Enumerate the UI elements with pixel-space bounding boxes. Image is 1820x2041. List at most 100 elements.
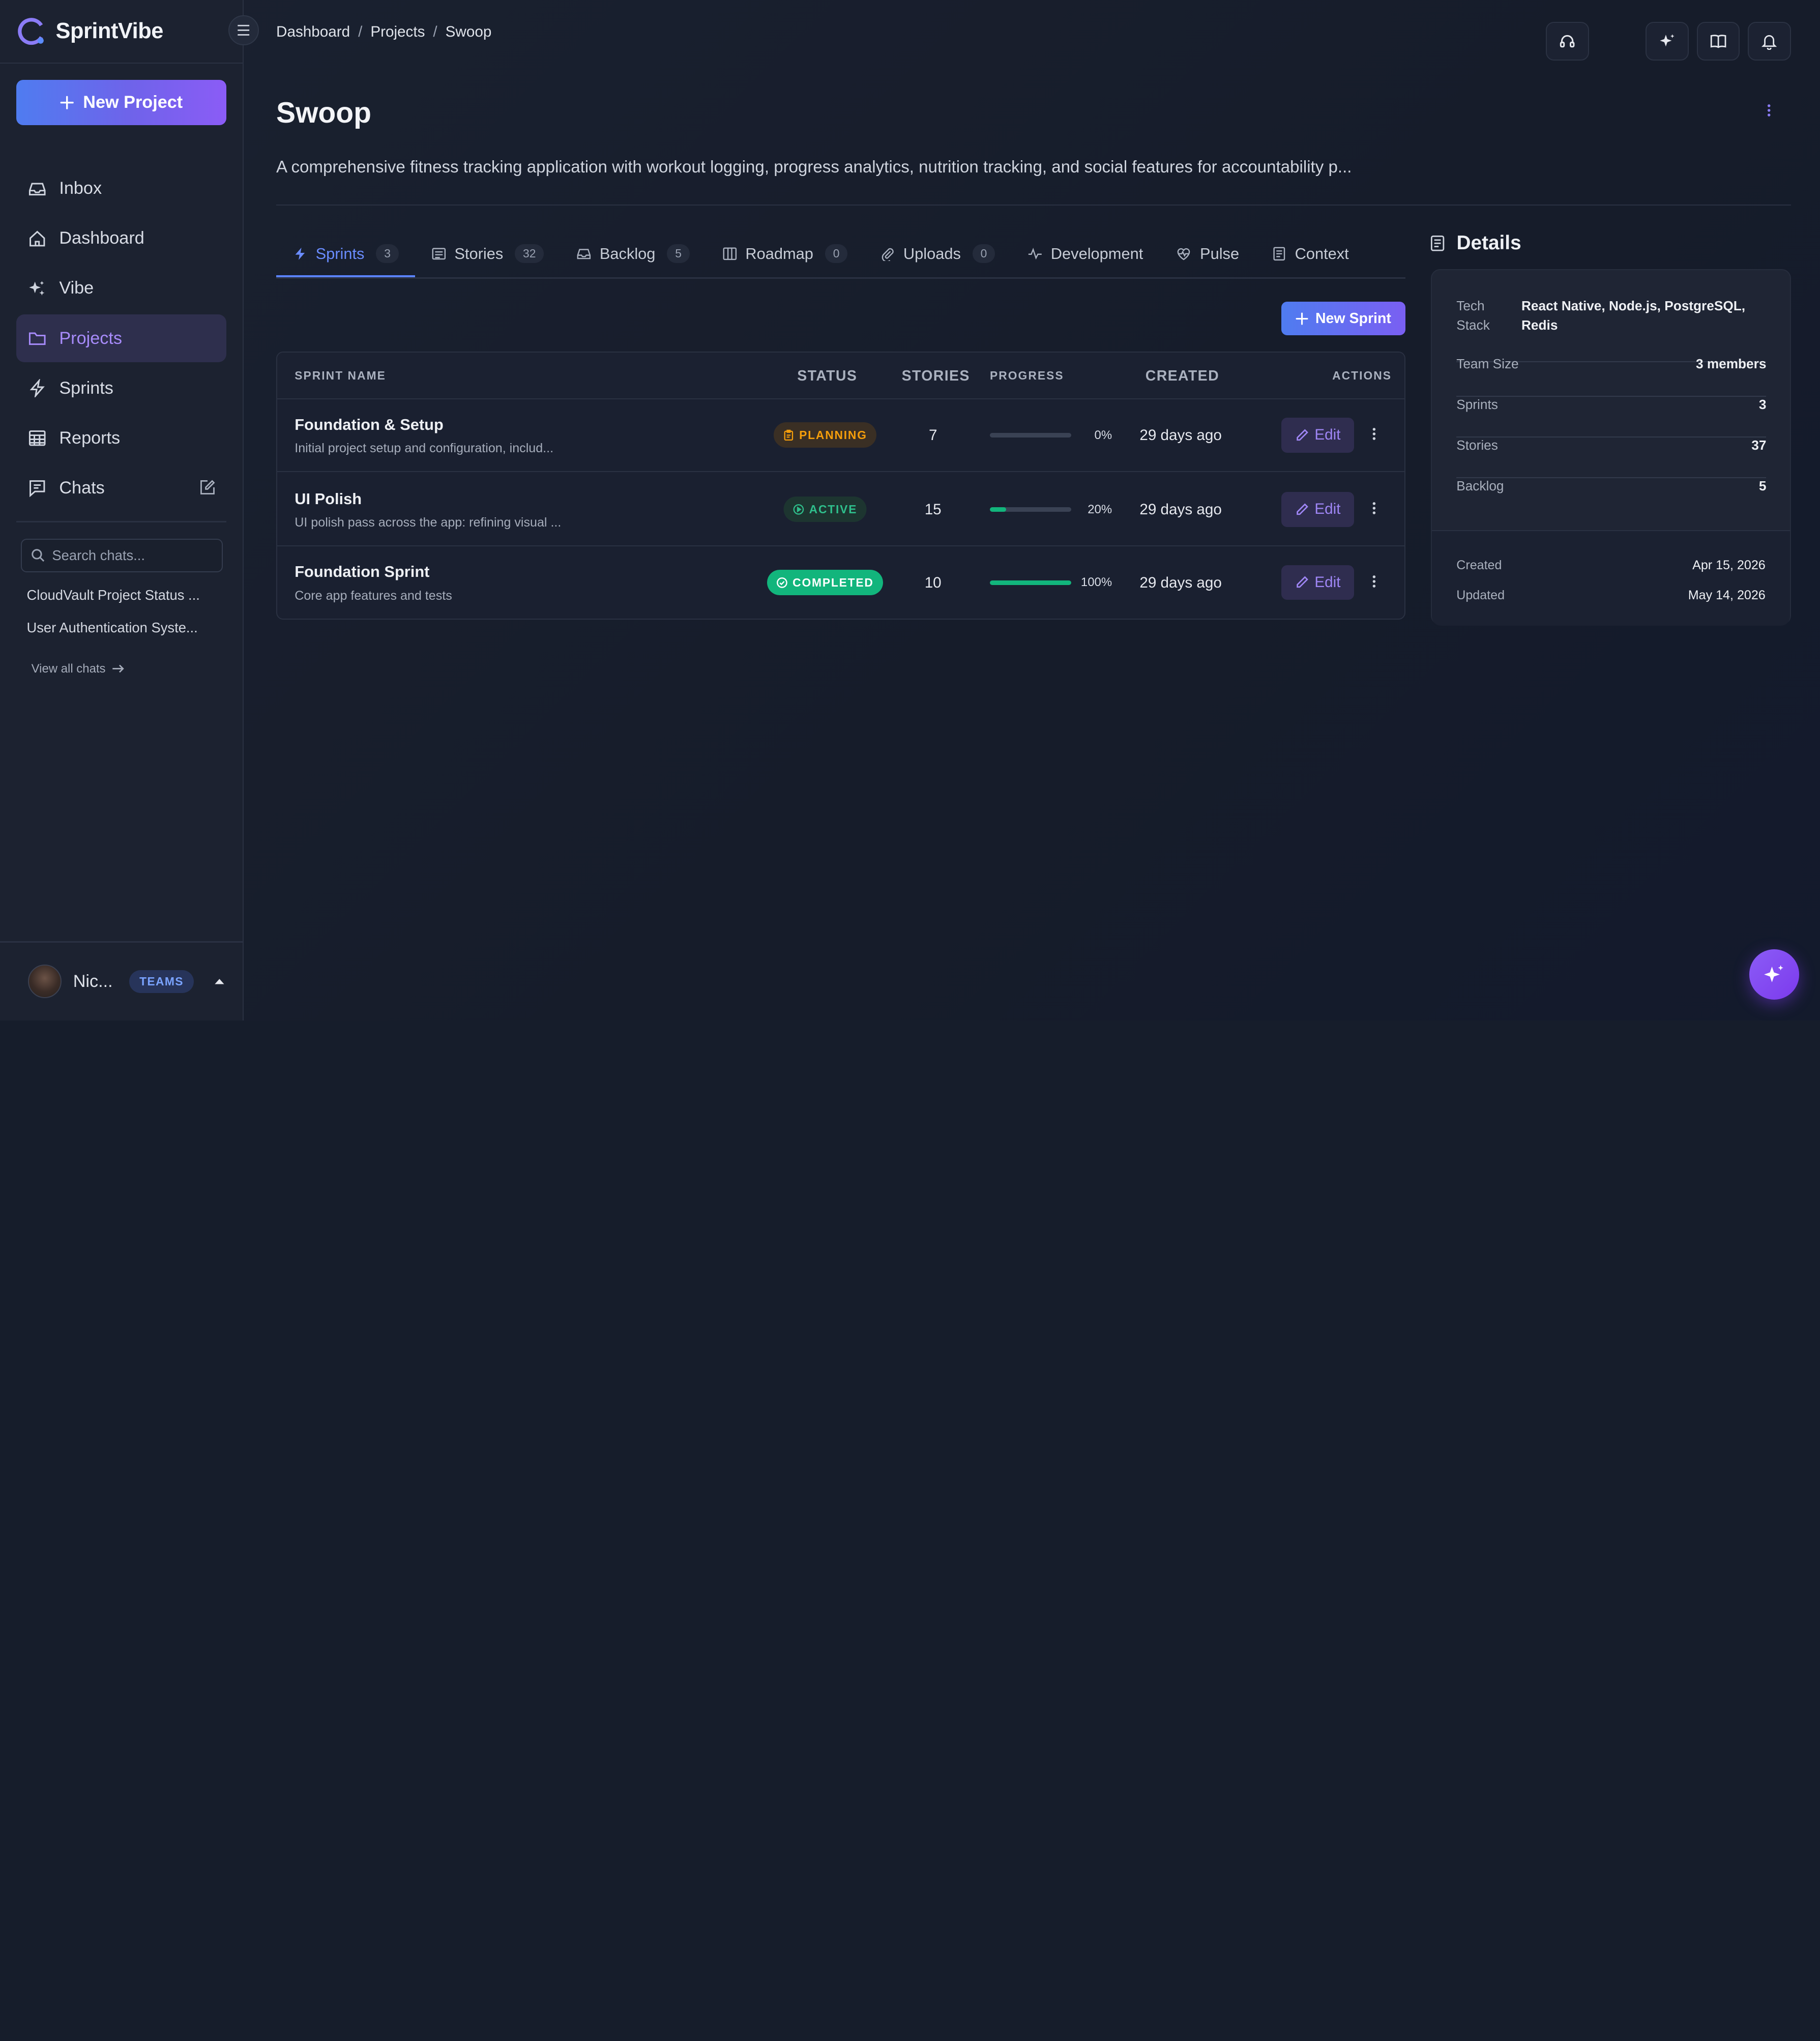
table-row[interactable]: UI Polish UI polish pass across the app:… [277,474,1405,547]
sidebar-item-chats[interactable]: Chats [16,464,226,512]
details-row-tech-stack: Tech Stack React Native, Node.js, Postgr… [1456,296,1767,362]
sprint-name[interactable]: UI Polish [295,490,362,508]
column-header-progress[interactable]: PROGRESS [990,369,1064,383]
row-more-icon[interactable] [1368,573,1380,590]
avatar [27,965,62,999]
sidebar-item-label: Chats [59,478,105,498]
list-icon [432,248,446,259]
tab-count: 5 [667,244,690,263]
docs-button[interactable] [1696,22,1740,61]
headset-icon [1560,35,1575,48]
column-header-created[interactable]: CREATED [1146,368,1219,385]
new-chat-icon[interactable] [199,479,216,495]
breadcrumb-dashboard[interactable]: Dashboard [276,23,350,41]
view-all-chats-link[interactable]: View all chats [32,662,126,676]
sidebar-item-projects[interactable]: Projects [16,314,226,362]
stories-count-text: 15 [924,501,942,518]
new-sprint-button[interactable]: New Sprint [1281,302,1406,336]
sprint-name[interactable]: Foundation & Setup [295,416,444,434]
edit-button[interactable]: Edit [1281,565,1355,600]
tab-pulse[interactable]: Pulse [1159,230,1255,278]
tab-uploads[interactable]: Uploads 0 [864,230,1011,278]
sidebar-item-label: Reports [59,428,121,448]
column-header-stories[interactable]: STORIES [902,368,970,385]
clipboard-icon [784,429,794,441]
details-title: Details [1456,232,1521,254]
new-project-button[interactable]: New Project [16,80,226,126]
search-chats-input[interactable] [52,547,215,564]
details-label: Tech Stack [1456,298,1490,333]
details-dates: Created Apr 15, 2026 Updated May 14, 202… [1432,530,1790,626]
chat-item[interactable]: CloudVault Project Status ... [26,582,199,615]
bell-icon [1762,35,1777,50]
lightning-icon [30,378,45,398]
details-row: Team Size 3 members [1456,356,1767,397]
collapse-sidebar-button[interactable] [228,15,259,45]
chat-item[interactable]: User Authentication Syste... [26,615,199,648]
sprint-description: UI polish pass across the app: refining … [295,515,562,530]
check-circle-icon [777,577,788,588]
sprint-description: Core app features and tests [295,588,452,603]
project-description: A comprehensive fitness tracking applica… [276,158,1352,177]
user-menu[interactable]: Nic... TEAMS [27,965,225,999]
tab-sprints[interactable]: Sprints 3 [276,230,415,278]
tab-backlog[interactable]: Backlog 5 [560,230,706,278]
column-header-name[interactable]: SPRINT NAME [295,369,386,383]
tab-roadmap[interactable]: Roadmap 0 [706,230,864,278]
ai-assist-button[interactable] [1646,22,1689,61]
menu-icon [238,24,250,36]
tab-development[interactable]: Development [1011,230,1159,278]
brand[interactable]: SprintVibe [16,14,163,48]
table-row[interactable]: Foundation Sprint Core app features and … [277,546,1404,619]
details-label: Team Size [1456,356,1519,372]
app-name: SprintVibe [55,19,164,44]
pencil-icon [1296,576,1308,588]
sparkles-icon [29,281,45,296]
progress-bar [989,580,1071,585]
created-label: Created [1456,558,1502,572]
support-button[interactable] [1546,22,1589,61]
caret-up-icon[interactable] [214,978,225,985]
arrow-right-icon [112,664,124,673]
new-sprint-label: New Sprint [1315,310,1391,327]
sidebar-item-sprints[interactable]: Sprints [16,364,226,412]
column-header-status[interactable]: STATUS [797,368,857,385]
details-value: 3 [1758,397,1767,413]
tab-count: 3 [376,244,399,263]
breadcrumb-current: Swoop [445,23,492,40]
tab-context[interactable]: Context [1255,230,1365,278]
details-row: Sprints 3 [1456,397,1767,438]
sidebar-item-inbox[interactable]: Inbox [16,165,226,213]
row-more-icon[interactable] [1368,500,1380,516]
progress-bar [989,507,1071,512]
progress-fill [989,580,1071,585]
progress-bar [989,432,1071,438]
created-date: 29 days ago [1139,427,1222,444]
breadcrumb-projects[interactable]: Projects [370,23,425,41]
tab-label: Context [1295,244,1349,263]
tab-stories[interactable]: Stories 32 [415,230,560,278]
sidebar-item-label: Projects [59,328,122,348]
sidebar-item-label: Dashboard [59,228,144,248]
play-circle-icon [793,504,804,515]
project-tabs: Sprints 3 Stories 32 Backlog 5 Roadmap 0… [276,230,1365,278]
edit-button[interactable]: Edit [1281,418,1355,453]
sidebar-item-vibe[interactable]: Vibe [16,265,226,312]
recent-chats: CloudVault Project Status ... User Authe… [26,582,199,648]
progress-percent: 0% [1094,428,1112,442]
row-more-icon[interactable] [1368,426,1380,442]
search-chats-field[interactable] [21,538,223,572]
sidebar-item-dashboard[interactable]: Dashboard [16,215,226,263]
table-row[interactable]: Foundation & Setup Initial project setup… [277,399,1405,473]
document-icon [1430,236,1445,251]
sprint-name[interactable]: Foundation Sprint [295,563,429,581]
divider [0,63,244,64]
more-options-icon[interactable] [1762,102,1776,119]
edit-button[interactable]: Edit [1281,492,1355,527]
created-date: 29 days ago [1139,501,1222,518]
details-card: Tech Stack React Native, Node.js, Postgr… [1431,269,1791,626]
tab-count: 0 [825,244,848,263]
sidebar-item-reports[interactable]: Reports [16,415,226,462]
notifications-button[interactable] [1748,22,1791,61]
ai-assistant-fab[interactable] [1749,949,1799,1000]
